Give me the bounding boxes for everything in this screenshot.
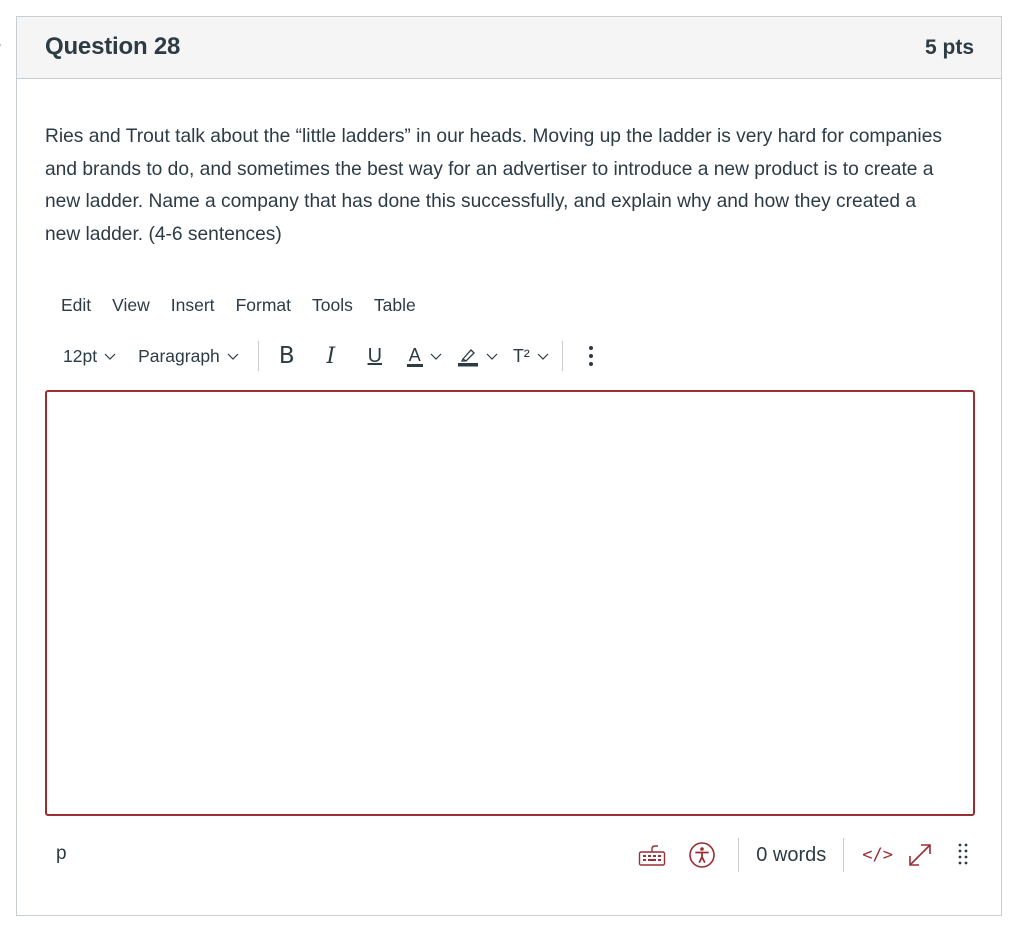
italic-icon: I [326, 343, 336, 369]
bold-icon: B [278, 343, 295, 369]
highlighter-icon [457, 349, 478, 367]
underline-button[interactable]: U [361, 345, 389, 368]
more-toolbar-button[interactable] [583, 345, 599, 367]
accessibility-icon [689, 842, 716, 868]
superscript-dropdown[interactable]: T² [513, 346, 550, 367]
word-count[interactable]: 0 words [739, 844, 843, 867]
expand-arrow-icon [909, 844, 931, 866]
menu-table[interactable]: Table [374, 295, 426, 319]
toolbar-separator [561, 341, 563, 371]
statusbar-tools: 0 words </> [638, 835, 969, 875]
editor-toolbar: 12pt Paragraph B I U A T² [61, 339, 599, 373]
chevron-down-icon [537, 353, 549, 360]
statusbar-separator [843, 838, 845, 872]
html-editor-toggle[interactable]: </> [862, 845, 893, 865]
menu-format[interactable]: Format [236, 295, 301, 319]
accessibility-checker-button[interactable] [688, 841, 716, 869]
question-card: Question 28 5 pts Ries and Trout talk ab… [16, 16, 1002, 916]
font-size-dropdown[interactable]: 12pt [63, 346, 117, 367]
editor-menubar: Edit View Insert Format Tools Table [61, 295, 437, 319]
chevron-down-icon [486, 353, 498, 360]
bold-button[interactable]: B [273, 343, 301, 369]
resize-handle[interactable] [957, 842, 969, 868]
question-header: Question 28 5 pts [17, 17, 1001, 79]
element-path[interactable]: p [56, 843, 67, 865]
fullscreen-button[interactable] [907, 842, 933, 868]
question-title: Question 28 [45, 33, 181, 60]
menu-view[interactable]: View [112, 295, 160, 319]
chevron-down-icon [104, 353, 116, 360]
editor-statusbar: p 0 words </> [45, 835, 975, 875]
keyboard-icon [639, 845, 666, 866]
resize-grip-icon [958, 843, 968, 865]
text-color-dropdown[interactable]: A [406, 344, 443, 367]
menu-tools[interactable]: Tools [312, 295, 363, 319]
toolbar-separator [257, 341, 259, 371]
menu-insert[interactable]: Insert [171, 295, 225, 319]
question-flag-marker-icon [0, 43, 2, 47]
superscript-icon: T² [512, 345, 530, 366]
question-points: 5 pts [924, 36, 974, 59]
highlight-color-dropdown[interactable] [457, 345, 499, 367]
chevron-down-icon [227, 353, 239, 360]
question-text: Ries and Trout talk about the “little la… [45, 126, 942, 245]
chevron-down-icon [430, 353, 442, 360]
rich-content-editor[interactable] [45, 390, 975, 816]
vertical-ellipsis-icon [588, 346, 593, 366]
text-color-icon: A [406, 344, 423, 367]
block-format-value: Paragraph [138, 345, 220, 366]
block-format-dropdown[interactable]: Paragraph [138, 346, 240, 367]
menu-edit[interactable]: Edit [61, 295, 101, 319]
underline-icon: U [367, 344, 383, 367]
font-size-value: 12pt [63, 345, 98, 366]
keyboard-shortcuts-button[interactable] [638, 843, 666, 867]
italic-button[interactable]: I [317, 344, 345, 369]
